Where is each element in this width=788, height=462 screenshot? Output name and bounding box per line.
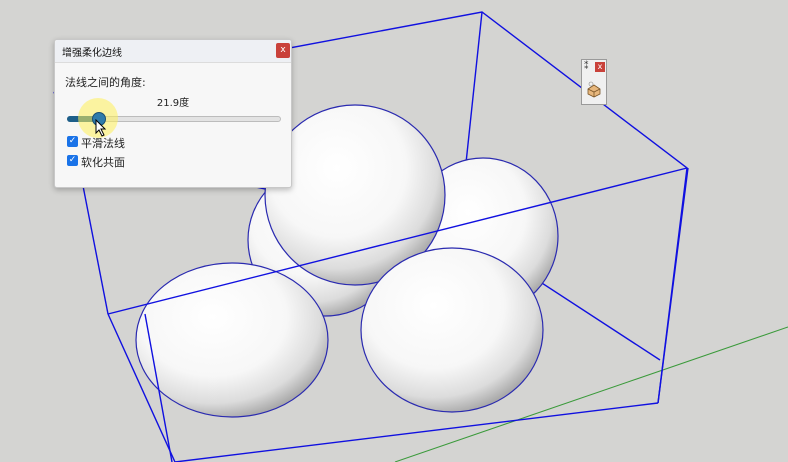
floating-toolbar: ⁑ x — [581, 59, 607, 105]
smooth-normals-label[interactable]: 平滑法线 — [81, 135, 125, 151]
dialog-titlebar[interactable]: 增强柔化边线 x — [55, 40, 291, 63]
soften-coplanar-label[interactable]: 软化共面 — [81, 154, 125, 170]
smooth-normals-checkbox[interactable]: ✓ — [67, 136, 78, 147]
sphere-front-right — [360, 247, 544, 413]
dialog-close-button[interactable]: x — [276, 43, 290, 58]
angle-between-normals-label: 法线之间的角度: — [65, 76, 146, 89]
soften-edges-tool-icon[interactable] — [585, 80, 603, 98]
sphere-front-left — [135, 262, 329, 418]
toolbar-close-button[interactable]: x — [595, 62, 605, 72]
3d-viewport[interactable]: 增强柔化边线 x 法线之间的角度: 21.9度 ✓ 平滑法线 ✓ 软化共面 ⁑ … — [0, 0, 788, 462]
enhanced-soften-edges-dialog: 增强柔化边线 x 法线之间的角度: 21.9度 ✓ 平滑法线 ✓ 软化共面 — [54, 39, 292, 188]
mouse-cursor-icon — [95, 119, 107, 137]
toolbar-grip-icon[interactable]: ⁑ — [584, 62, 589, 72]
dialog-title: 增强柔化边线 — [62, 48, 122, 59]
soften-coplanar-checkbox[interactable]: ✓ — [67, 155, 78, 166]
